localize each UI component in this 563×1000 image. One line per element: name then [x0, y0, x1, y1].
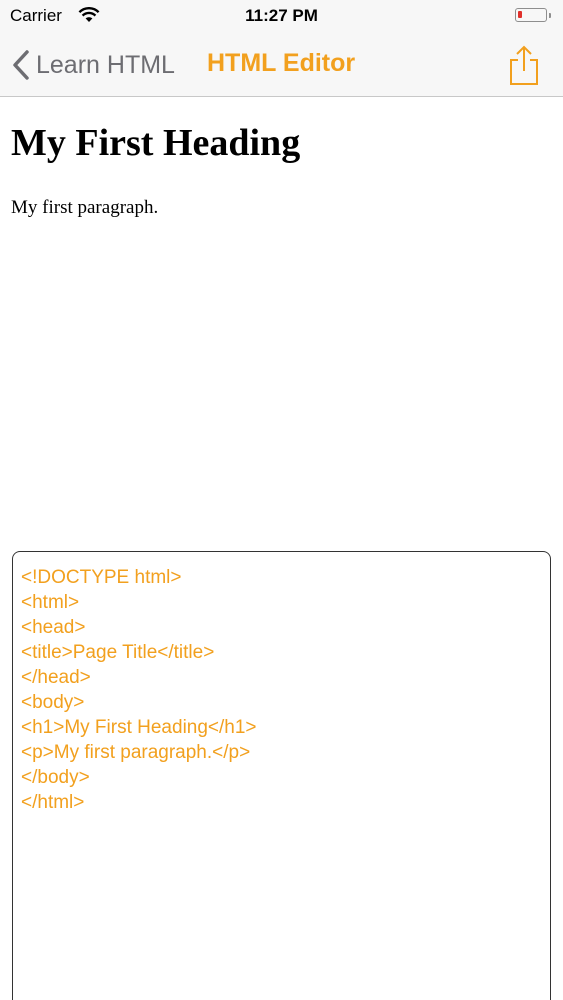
html-preview: My First Heading My first paragraph. [0, 97, 563, 547]
preview-heading: My First Heading [11, 122, 301, 164]
code-line: </html> [21, 792, 85, 813]
code-line: <!DOCTYPE html> [21, 567, 182, 588]
code-line: </head> [21, 667, 91, 688]
code-line: <p>My first paragraph.</p> [21, 742, 251, 763]
page-title: HTML Editor [207, 49, 356, 77]
battery-level [518, 11, 522, 18]
preview-paragraph: My first paragraph. [11, 197, 159, 218]
code-line: <h1>My First Heading</h1> [21, 717, 257, 738]
chevron-left-icon [13, 50, 29, 80]
code-editor[interactable]: <!DOCTYPE html> <html> <head> <title>Pag… [12, 551, 551, 1000]
battery-cap [549, 13, 551, 18]
status-time: 11:27 PM [245, 6, 318, 25]
battery-icon [515, 8, 547, 22]
share-icon[interactable] [506, 44, 542, 86]
code-line: </body> [21, 767, 90, 788]
code-line: <head> [21, 617, 86, 638]
navigation-bar: Learn HTML HTML Editor [0, 34, 563, 97]
code-line: <title>Page Title</title> [21, 642, 215, 663]
back-button-label: Learn HTML [36, 50, 175, 79]
back-button[interactable]: Learn HTML [12, 48, 175, 82]
code-line: <html> [21, 592, 80, 613]
code-line: <body> [21, 692, 85, 713]
status-bar: Carrier 11:27 PM [0, 0, 563, 34]
